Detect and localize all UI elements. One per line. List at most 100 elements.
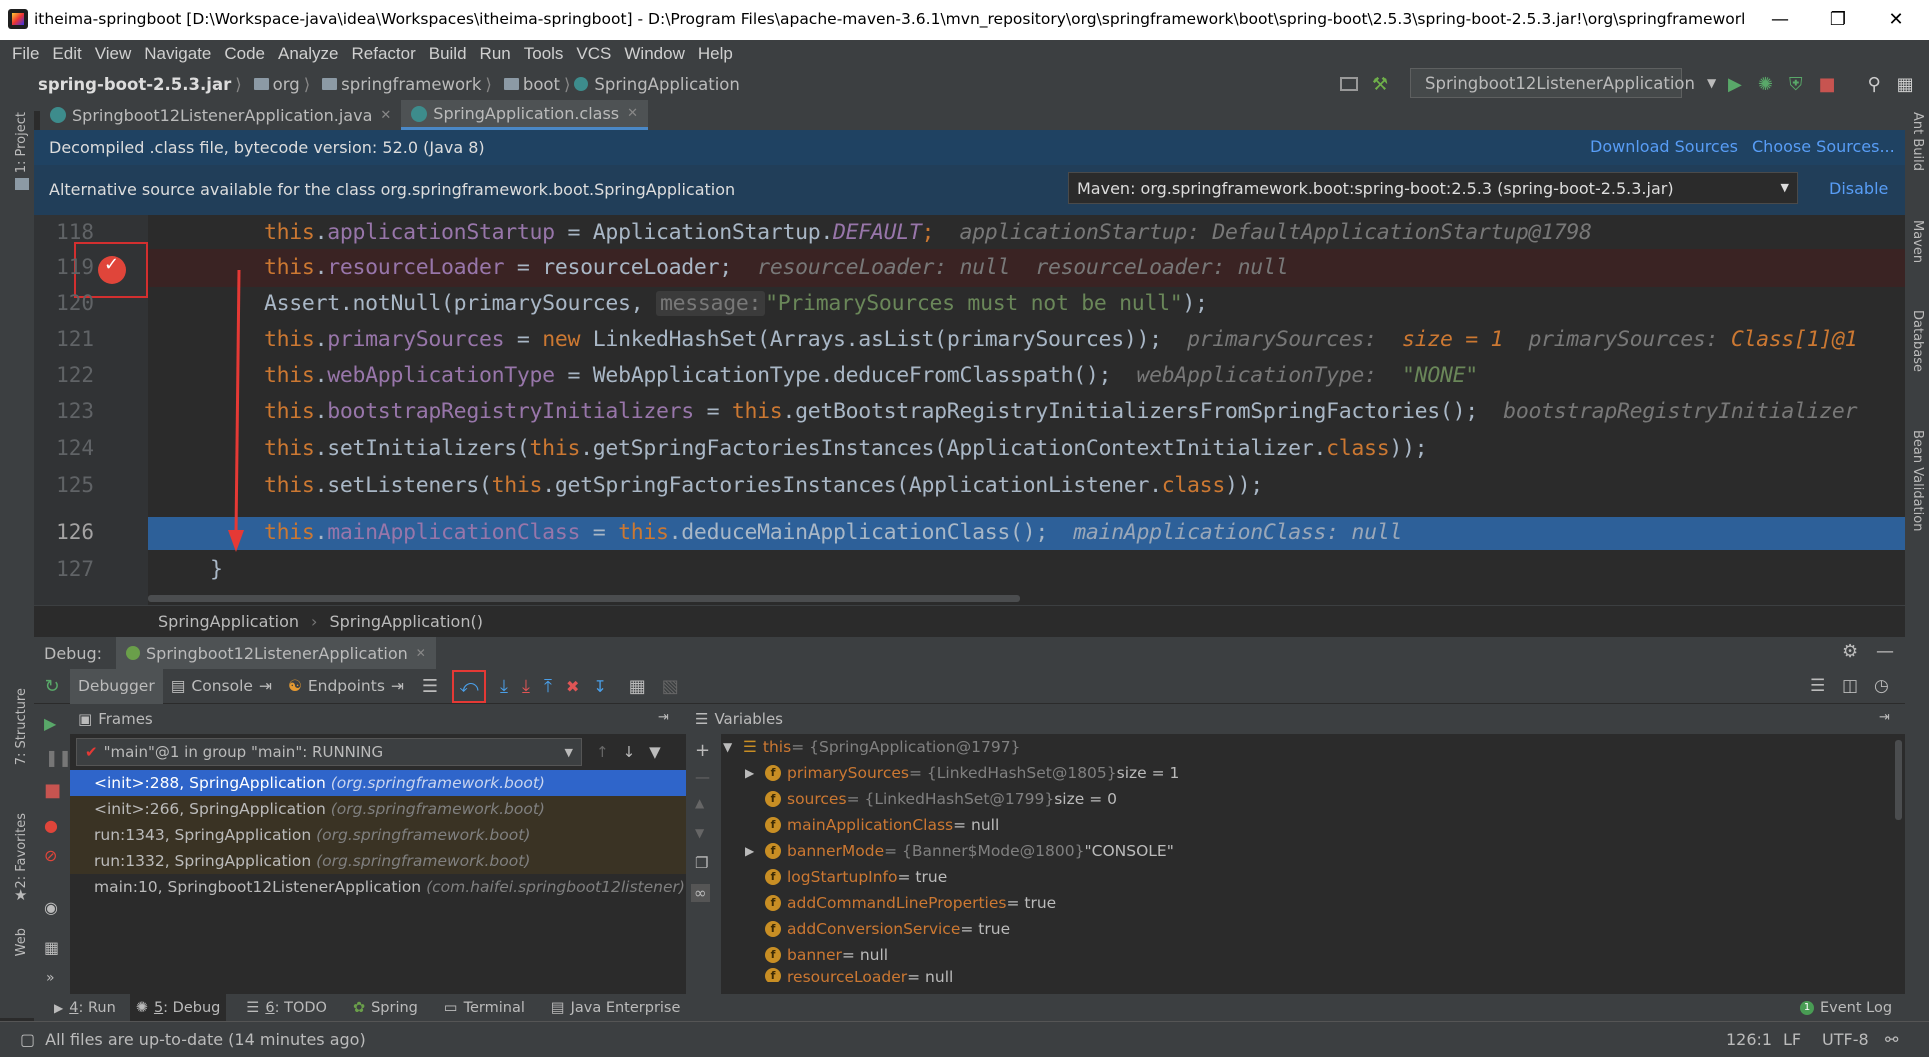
- project-structure-icon[interactable]: [1340, 77, 1358, 91]
- database-tool-tab[interactable]: Database: [1910, 310, 1925, 372]
- crumb-class[interactable]: SpringApplication: [158, 612, 299, 631]
- tab-springboot12listenerapplication-java[interactable]: Springboot12ListenerApplication.java ✕: [40, 100, 401, 130]
- frame-item[interactable]: main:10, Springboot12ListenerApplication…: [70, 874, 686, 900]
- arrow-down-icon[interactable]: ↓: [623, 743, 636, 761]
- evaluate-expression-icon[interactable]: ▦: [629, 676, 646, 697]
- mute-breakpoints-icon[interactable]: ⊘: [44, 846, 57, 865]
- menu-view[interactable]: View: [95, 44, 132, 64]
- code-editor[interactable]: ✓ 118 119 120 121 122 123 124 125 126 12…: [34, 215, 1905, 605]
- menu-edit[interactable]: Edit: [52, 44, 81, 64]
- step-over-button[interactable]: ⤺: [452, 669, 487, 703]
- coverage-icon[interactable]: ⛨: [1789, 74, 1803, 95]
- variable-row[interactable]: f mainApplicationClass = null: [723, 812, 1893, 838]
- download-sources-link[interactable]: Download Sources: [1590, 137, 1738, 156]
- close-icon[interactable]: ✕: [627, 106, 638, 121]
- event-log-button[interactable]: 1 Event Log: [1800, 994, 1892, 1021]
- chevron-down-icon[interactable]: ▼: [723, 740, 743, 754]
- copy-icon[interactable]: ❐: [695, 854, 708, 872]
- choose-sources-link[interactable]: Choose Sources...: [1752, 137, 1895, 156]
- show-execution-point-icon[interactable]: ☰: [422, 676, 438, 697]
- remove-watch-icon[interactable]: —: [695, 768, 710, 786]
- restore-layout-icon[interactable]: ◫: [1842, 676, 1858, 696]
- chevron-right-icon[interactable]: ▶: [745, 844, 765, 858]
- ant-build-tool-tab[interactable]: Ant Build: [1910, 112, 1925, 171]
- force-step-into-icon[interactable]: ⤓: [522, 676, 530, 697]
- web-tool-tab[interactable]: Web: [14, 928, 29, 956]
- chevron-right-icon[interactable]: ▶: [745, 766, 765, 780]
- add-watch-icon[interactable]: +: [695, 740, 710, 761]
- menu-build[interactable]: Build: [429, 44, 467, 64]
- minimize-button[interactable]: —: [1760, 6, 1800, 34]
- menu-vcs[interactable]: VCS: [576, 44, 611, 64]
- menu-navigate[interactable]: Navigate: [144, 44, 211, 64]
- crumb-org[interactable]: org: [273, 75, 300, 94]
- view-breakpoints-icon[interactable]: ●: [44, 816, 58, 835]
- thread-select[interactable]: ✔ "main"@1 in group "main": RUNNING ▼: [76, 738, 582, 766]
- menu-code[interactable]: Code: [224, 44, 265, 64]
- variable-row[interactable]: ▶ f bannerMode = {Banner$Mode@1800} "CONSO…: [723, 838, 1893, 864]
- stop-icon[interactable]: ■: [1818, 74, 1835, 95]
- variable-row[interactable]: ▶ f primarySources = {LinkedHashSet@1805} …: [723, 760, 1893, 786]
- menu-tools[interactable]: Tools: [524, 44, 564, 64]
- rerun-icon[interactable]: ↻: [34, 669, 70, 704]
- tool-tab-run[interactable]: ▶ 4: Run: [48, 994, 122, 1021]
- variable-row[interactable]: ▼ ☰ this = {SpringApplication@1797}: [723, 734, 1893, 760]
- menu-refactor[interactable]: Refactor: [351, 44, 415, 64]
- favorites-tool-tab[interactable]: 2: Favorites: [14, 813, 29, 889]
- close-button[interactable]: ✕: [1876, 6, 1916, 34]
- structure-tool-tab[interactable]: 7: Structure: [14, 688, 29, 765]
- run-config-select[interactable]: Springboot12ListenerApplication ▼: [1410, 68, 1716, 98]
- variable-row[interactable]: f addConversionService = true: [723, 916, 1893, 942]
- lock-icon[interactable]: ⚯: [1885, 1030, 1898, 1049]
- close-icon[interactable]: ✕: [380, 108, 391, 123]
- alternative-source-select[interactable]: Maven: org.springframework.boot:spring-b…: [1068, 172, 1798, 204]
- frame-item[interactable]: <init>:288, SpringApplication (org.sprin…: [70, 770, 686, 796]
- menu-window[interactable]: Window: [624, 44, 684, 64]
- tool-tab-todo[interactable]: ☰ 6: TODO: [240, 994, 333, 1021]
- resume-icon[interactable]: ▶: [44, 714, 56, 733]
- trace-icon[interactable]: ▧: [662, 676, 679, 697]
- crumb-boot[interactable]: boot: [523, 75, 560, 94]
- debug-session-tab[interactable]: Springboot12ListenerApplication ✕: [116, 637, 436, 669]
- move-up-icon[interactable]: ▲: [695, 796, 704, 810]
- close-icon[interactable]: ✕: [416, 646, 426, 660]
- crumb-method[interactable]: SpringApplication(): [329, 612, 483, 631]
- frame-item[interactable]: run:1332, SpringApplication (org.springf…: [70, 848, 686, 874]
- step-into-icon[interactable]: ⤓: [500, 676, 508, 697]
- crumb-springframework[interactable]: springframework: [341, 75, 481, 94]
- tab-endpoints[interactable]: ☯ Endpoints ⇥: [280, 669, 412, 704]
- variable-row[interactable]: f logStartupInfo = true: [723, 864, 1893, 890]
- drop-frame-icon[interactable]: ✖: [566, 677, 579, 696]
- run-icon[interactable]: ▶: [1728, 74, 1742, 95]
- settings-dial-icon[interactable]: ◷: [1874, 676, 1889, 696]
- run-to-cursor-icon[interactable]: ↧: [593, 677, 606, 696]
- gear-icon[interactable]: ⚙: [1842, 641, 1858, 662]
- frame-item[interactable]: run:1343, SpringApplication (org.springf…: [70, 822, 686, 848]
- variable-row[interactable]: f resourceLoader = null: [723, 968, 1893, 982]
- menu-analyze[interactable]: Analyze: [278, 44, 338, 64]
- search-icon[interactable]: ⚲: [1867, 74, 1880, 95]
- caret-position[interactable]: 126:1: [1726, 1030, 1772, 1049]
- project-tool-tab[interactable]: 1: Project: [14, 112, 29, 173]
- move-down-icon[interactable]: ▼: [695, 826, 704, 840]
- restore-button[interactable]: ❐: [1818, 6, 1858, 34]
- pin-icon[interactable]: ⇥: [658, 710, 669, 725]
- line-separator[interactable]: LF: [1783, 1030, 1801, 1049]
- variable-row[interactable]: f sources = {LinkedHashSet@1799} size = 0: [723, 786, 1893, 812]
- tab-springapplication-class[interactable]: SpringApplication.class ✕: [401, 100, 649, 130]
- tab-debugger[interactable]: Debugger: [70, 668, 163, 704]
- minimize-panel-icon[interactable]: —: [1876, 641, 1894, 662]
- layout-grid-icon[interactable]: ▦: [44, 938, 59, 957]
- file-encoding[interactable]: UTF-8: [1822, 1030, 1869, 1049]
- vertical-scrollbar[interactable]: [1895, 740, 1902, 820]
- tool-tab-terminal[interactable]: ▭ Terminal: [438, 994, 531, 1021]
- layout-icon[interactable]: ▢: [20, 1030, 35, 1049]
- tool-tab-spring[interactable]: ✿ Spring: [347, 994, 424, 1021]
- bean-validation-tool-tab[interactable]: Bean Validation: [1910, 430, 1925, 531]
- menu-file[interactable]: File: [12, 44, 39, 64]
- horizontal-scrollbar[interactable]: [148, 595, 1020, 602]
- disable-link[interactable]: Disable: [1829, 179, 1888, 198]
- step-out-icon[interactable]: ⤒: [544, 676, 552, 697]
- tool-tab-debug[interactable]: ✺ 5: Debug: [129, 994, 227, 1021]
- variable-row[interactable]: f banner = null: [723, 942, 1893, 968]
